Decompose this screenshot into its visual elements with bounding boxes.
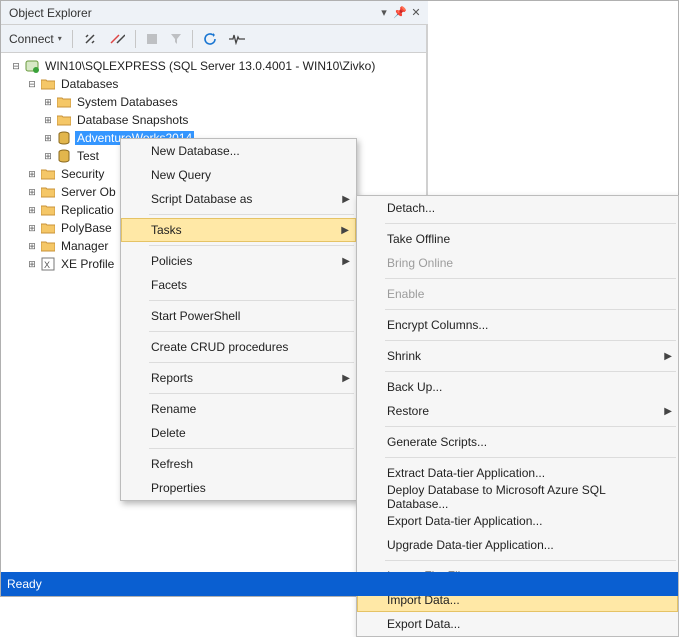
menu-reports[interactable]: Reports▶ [121, 366, 356, 390]
menu-policies[interactable]: Policies▶ [121, 249, 356, 273]
folder-icon [39, 240, 57, 252]
disconnect-icon[interactable] [79, 30, 101, 48]
menu-properties[interactable]: Properties [121, 476, 356, 500]
menu-bring-online: Bring Online [357, 251, 678, 275]
menu-restore[interactable]: Restore▶ [357, 399, 678, 423]
svg-text:X: X [44, 260, 50, 270]
menu-start-powershell[interactable]: Start PowerShell [121, 304, 356, 328]
menu-export-dt[interactable]: Export Data-tier Application... [357, 509, 678, 533]
window-position-icon[interactable]: ▾ [376, 6, 392, 19]
expand-icon[interactable]: ⊞ [25, 187, 39, 198]
submenu-arrow-icon: ▶ [342, 256, 350, 267]
expand-icon[interactable]: ⊞ [25, 205, 39, 216]
panel-toolbar: Connect▾ [1, 25, 428, 53]
submenu-arrow-icon: ▶ [342, 373, 350, 384]
expand-icon[interactable]: ⊞ [25, 223, 39, 234]
menu-backup[interactable]: Back Up... [357, 375, 678, 399]
status-text: Ready [7, 577, 42, 591]
menu-export-data[interactable]: Export Data... [357, 612, 678, 636]
menu-detach[interactable]: Detach... [357, 196, 678, 220]
disconnect-all-icon[interactable] [105, 30, 129, 48]
activity-monitor-icon[interactable] [225, 31, 249, 47]
menu-new-database[interactable]: New Database... [121, 139, 356, 163]
server-icon [23, 59, 41, 73]
menu-delete[interactable]: Delete [121, 421, 356, 445]
submenu-arrow-icon: ▶ [342, 194, 350, 205]
context-menu-database: New Database... New Query Script Databas… [120, 138, 357, 501]
submenu-arrow-icon: ▶ [341, 225, 349, 236]
menu-shrink[interactable]: Shrink▶ [357, 344, 678, 368]
tree-databases[interactable]: ⊟ Databases [5, 75, 428, 93]
folder-icon [55, 114, 73, 126]
submenu-arrow-icon: ▶ [664, 406, 672, 417]
collapse-icon[interactable]: ⊟ [25, 79, 39, 90]
database-icon [55, 131, 73, 145]
menu-new-query[interactable]: New Query [121, 163, 356, 187]
menu-take-offline[interactable]: Take Offline [357, 227, 678, 251]
context-menu-tasks: Detach... Take Offline Bring Online Enab… [356, 195, 679, 637]
pin-icon[interactable]: 📌 [392, 6, 408, 19]
menu-refresh[interactable]: Refresh [121, 452, 356, 476]
expand-icon[interactable]: ⊞ [25, 169, 39, 180]
expand-icon[interactable]: ⊞ [41, 151, 55, 162]
menu-deploy-azure[interactable]: Deploy Database to Microsoft Azure SQL D… [357, 485, 678, 509]
folder-icon [39, 168, 57, 180]
menu-tasks[interactable]: Tasks▶ [121, 218, 356, 242]
status-bar: Ready [1, 572, 678, 596]
menu-generate-scripts[interactable]: Generate Scripts... [357, 430, 678, 454]
refresh-icon[interactable] [199, 30, 221, 48]
menu-crud[interactable]: Create CRUD procedures [121, 335, 356, 359]
collapse-icon[interactable]: ⊟ [9, 61, 23, 72]
panel-titlebar: Object Explorer ▾ 📌 ✕ [1, 1, 428, 25]
folder-icon [55, 96, 73, 108]
connect-button[interactable]: Connect▾ [5, 30, 66, 48]
menu-facets[interactable]: Facets [121, 273, 356, 297]
menu-extract-dt[interactable]: Extract Data-tier Application... [357, 461, 678, 485]
folder-icon [39, 78, 57, 90]
stop-icon [142, 31, 162, 47]
tree-sysdb[interactable]: ⊞ System Databases [5, 93, 428, 111]
close-icon[interactable]: ✕ [408, 6, 424, 19]
menu-script-database[interactable]: Script Database as▶ [121, 187, 356, 211]
submenu-arrow-icon: ▶ [664, 351, 672, 362]
folder-icon [39, 222, 57, 234]
xe-icon: X [39, 257, 57, 271]
tree-snapshots[interactable]: ⊞ Database Snapshots [5, 111, 428, 129]
expand-icon[interactable]: ⊞ [41, 133, 55, 144]
folder-icon [39, 204, 57, 216]
menu-rename[interactable]: Rename [121, 397, 356, 421]
expand-icon[interactable]: ⊞ [25, 241, 39, 252]
database-icon [55, 149, 73, 163]
menu-enable: Enable [357, 282, 678, 306]
expand-icon[interactable]: ⊞ [25, 259, 39, 270]
expand-icon[interactable]: ⊞ [41, 115, 55, 126]
tree-server[interactable]: ⊟ WIN10\SQLEXPRESS (SQL Server 13.0.4001… [5, 57, 428, 75]
expand-icon[interactable]: ⊞ [41, 97, 55, 108]
folder-icon [39, 186, 57, 198]
menu-encrypt-columns[interactable]: Encrypt Columns... [357, 313, 678, 337]
filter-icon [166, 31, 186, 47]
panel-title: Object Explorer [5, 6, 376, 20]
menu-upgrade-dt[interactable]: Upgrade Data-tier Application... [357, 533, 678, 557]
